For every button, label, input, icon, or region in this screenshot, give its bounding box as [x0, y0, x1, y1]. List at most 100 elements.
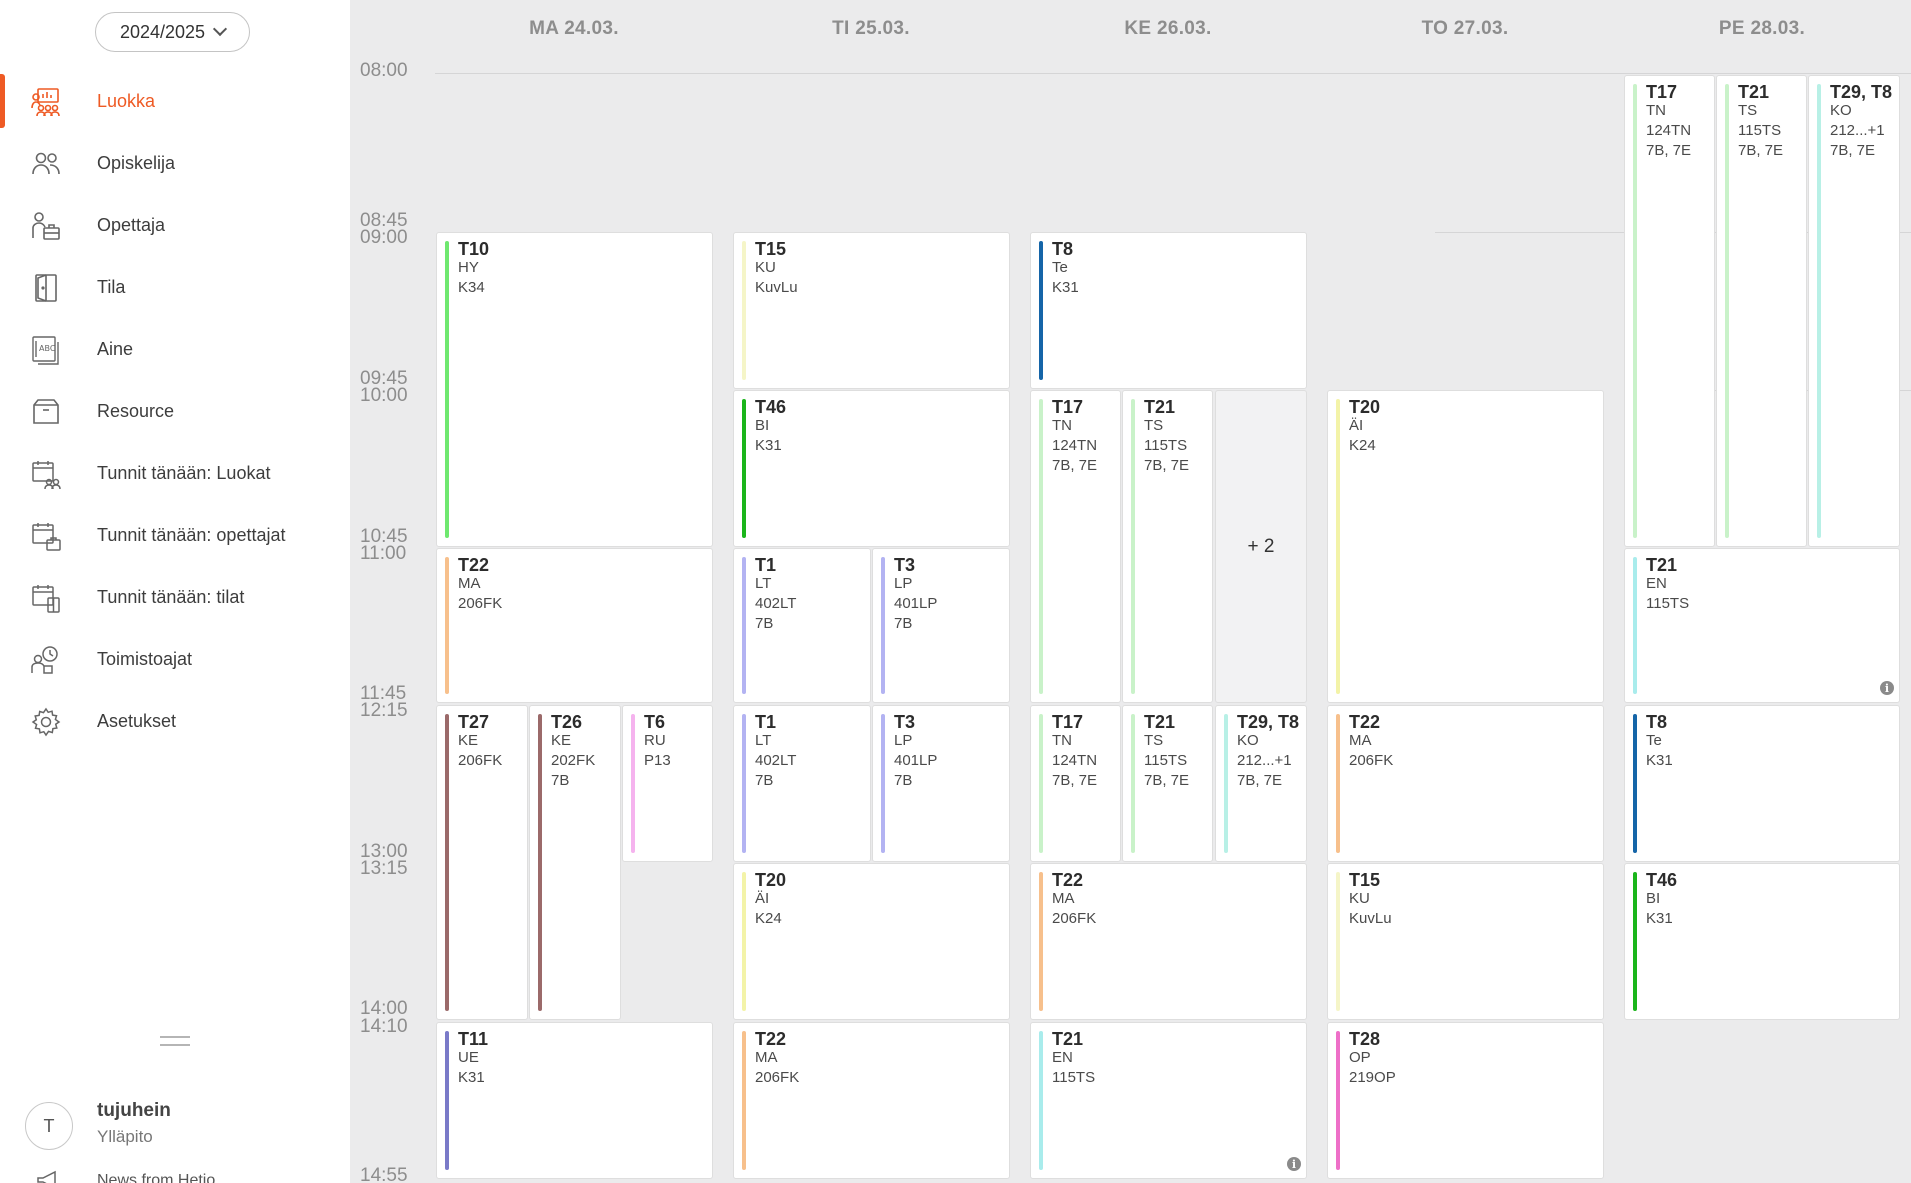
lesson-card[interactable]: T8 Te K31 — [1030, 232, 1307, 389]
lesson-code: T46 — [755, 397, 787, 417]
nav-item-asetukset[interactable]: Asetukset — [0, 694, 350, 748]
time-label: 11:00 — [360, 543, 407, 564]
lesson-room: K34 — [458, 279, 485, 296]
lesson-card[interactable]: T15 KU KuvLu — [1327, 863, 1604, 1020]
lesson-card[interactable]: T21 EN 115TS i — [1624, 548, 1900, 703]
sidebar: 2024/2025 Luokka Opiskelija Opettaja Til… — [0, 0, 350, 1183]
lesson-code: T21 — [1144, 712, 1176, 732]
chevron-down-icon — [212, 21, 228, 37]
subject-icon: ABC — [32, 336, 59, 365]
lesson-card[interactable]: T1 LT 402LT 7B — [733, 705, 871, 862]
lesson-card[interactable]: T26 KE 202FK 7B — [529, 705, 621, 1020]
lesson-card[interactable]: T15 KU KuvLu — [733, 232, 1010, 389]
lesson-card[interactable]: T17 TN 124TN 7B, 7E — [1030, 390, 1121, 703]
time-label: 10:00 — [360, 385, 408, 406]
news-link[interactable]: News from Hetio — [97, 1172, 215, 1183]
lesson-color-bar — [742, 557, 746, 694]
nav-label: Tunnit tänään: tilat — [97, 586, 245, 607]
lesson-card[interactable]: T22 MA 206FK — [1030, 863, 1307, 1020]
lesson-card[interactable]: T21 TS 115TS 7B, 7E — [1716, 75, 1807, 547]
lesson-color-bar — [742, 714, 746, 853]
lesson-card[interactable]: T46 BI K31 — [1624, 863, 1900, 1020]
nav-item-toimistoajat[interactable]: Toimistoajat — [0, 632, 350, 686]
lesson-card[interactable]: T3 LP 401LP 7B — [872, 548, 1010, 703]
lesson-card[interactable]: T22 MA 206FK — [1327, 705, 1604, 862]
lesson-card[interactable]: T6 RU P13 — [622, 705, 713, 862]
lesson-room: 115TS — [1052, 1069, 1096, 1086]
students-icon — [32, 152, 60, 175]
lesson-room: KuvLu — [1349, 910, 1392, 927]
lesson-card[interactable]: T1 LT 402LT 7B — [733, 548, 871, 703]
lesson-color-bar — [1817, 84, 1821, 538]
lesson-card[interactable]: T29, T8 KO 212...+1 7B, 7E — [1215, 705, 1307, 862]
lesson-subject: LP — [894, 732, 913, 749]
lesson-subject: EN — [1646, 575, 1667, 592]
day-header-thu: TO 27.03. — [1421, 18, 1509, 39]
teacher-icon — [32, 212, 60, 240]
lesson-code: T11 — [458, 1029, 489, 1049]
avatar[interactable]: T — [25, 1102, 73, 1150]
lesson-room: 115TS — [1144, 752, 1188, 769]
lesson-group: 7B, 7E — [1830, 142, 1876, 159]
nav-label: Resource — [97, 400, 175, 421]
nav-item-tila[interactable]: Tila — [0, 260, 350, 314]
nav-item-aine[interactable]: ABC Aine — [0, 322, 350, 376]
lesson-group: 7B, 7E — [1052, 772, 1098, 789]
lesson-card[interactable]: T22 MA 206FK — [733, 1022, 1010, 1179]
lesson-card[interactable]: T21 TS 115TS 7B, 7E — [1122, 705, 1213, 862]
lesson-subject: OP — [1349, 1049, 1371, 1066]
lesson-card[interactable]: T27 KE 206FK — [436, 705, 528, 1020]
lesson-card[interactable]: T20 ÄI K24 — [1327, 390, 1604, 703]
nav-item-luokka[interactable]: Luokka — [0, 74, 350, 128]
lesson-color-bar — [1039, 1031, 1043, 1170]
lesson-room: K31 — [1646, 752, 1673, 769]
time-label: 14:10 — [360, 1016, 408, 1037]
lesson-code: T20 — [1349, 397, 1381, 417]
lesson-subject: MA — [1349, 732, 1372, 749]
lesson-card[interactable]: T46 BI K31 — [733, 390, 1010, 547]
info-icon[interactable]: i — [1880, 681, 1894, 695]
lesson-card[interactable]: T21 EN 115TS i — [1030, 1022, 1307, 1179]
lesson-color-bar — [445, 714, 449, 1011]
lesson-card[interactable]: T3 LP 401LP 7B — [872, 705, 1010, 862]
lesson-code: T28 — [1349, 1029, 1381, 1049]
lesson-group: 7B, 7E — [1144, 457, 1190, 474]
nav-item-tunnit-tilat[interactable]: Tunnit tänään: tilat — [0, 570, 350, 624]
calendar-room-icon — [32, 585, 60, 613]
lesson-card[interactable]: T29, T8 KO 212...+1 7B, 7E — [1808, 75, 1900, 547]
lesson-card[interactable]: T20 ÄI K24 — [733, 863, 1010, 1020]
lesson-card[interactable]: T17 TN 124TN 7B, 7E — [1030, 705, 1121, 862]
lesson-code: T17 — [1646, 82, 1678, 102]
grid-line — [435, 73, 1911, 74]
lesson-card[interactable]: T10 HY K34 — [436, 232, 713, 547]
nav-label: Toimistoajat — [97, 648, 193, 669]
lesson-card[interactable]: T28 OP 219OP — [1327, 1022, 1604, 1179]
lesson-subject: BI — [1646, 890, 1661, 907]
nav-item-opiskelija[interactable]: Opiskelija — [0, 136, 350, 190]
lesson-card[interactable]: T21 TS 115TS 7B, 7E — [1122, 390, 1213, 703]
more-lessons-button[interactable]: + 2 — [1215, 390, 1307, 703]
sidebar-resize-handle[interactable] — [160, 1036, 190, 1046]
nav-item-tunnit-luokat[interactable]: Tunnit tänään: Luokat — [0, 446, 350, 500]
lesson-code: T17 — [1052, 712, 1084, 732]
school-year-select[interactable]: 2024/2025 — [95, 12, 250, 52]
lesson-code: T22 — [458, 555, 490, 575]
lesson-code: T6 — [644, 712, 666, 732]
lesson-card[interactable]: T17 TN 124TN 7B, 7E — [1624, 75, 1715, 547]
lesson-card[interactable]: T8 Te K31 — [1624, 705, 1900, 862]
nav-item-resource[interactable]: Resource — [0, 384, 350, 438]
lesson-room: 124TN — [1052, 752, 1098, 769]
lesson-color-bar — [1725, 84, 1729, 538]
lesson-room: 206FK — [1349, 752, 1394, 769]
lesson-code: T15 — [755, 239, 787, 259]
avatar-initial: T — [43, 1115, 55, 1136]
nav-item-opettaja[interactable]: Opettaja — [0, 198, 350, 252]
lesson-subject: KE — [458, 732, 479, 749]
day-header-mon: MA 24.03. — [529, 18, 619, 39]
nav-item-tunnit-opettajat[interactable]: Tunnit tänään: opettajat — [0, 508, 350, 562]
lesson-code: T1 — [755, 555, 777, 575]
day-header-fri: PE 28.03. — [1718, 18, 1806, 39]
info-icon[interactable]: i — [1287, 1157, 1301, 1171]
lesson-card[interactable]: T22 MA 206FK — [436, 548, 713, 703]
lesson-card[interactable]: T11 UE K31 — [436, 1022, 713, 1179]
